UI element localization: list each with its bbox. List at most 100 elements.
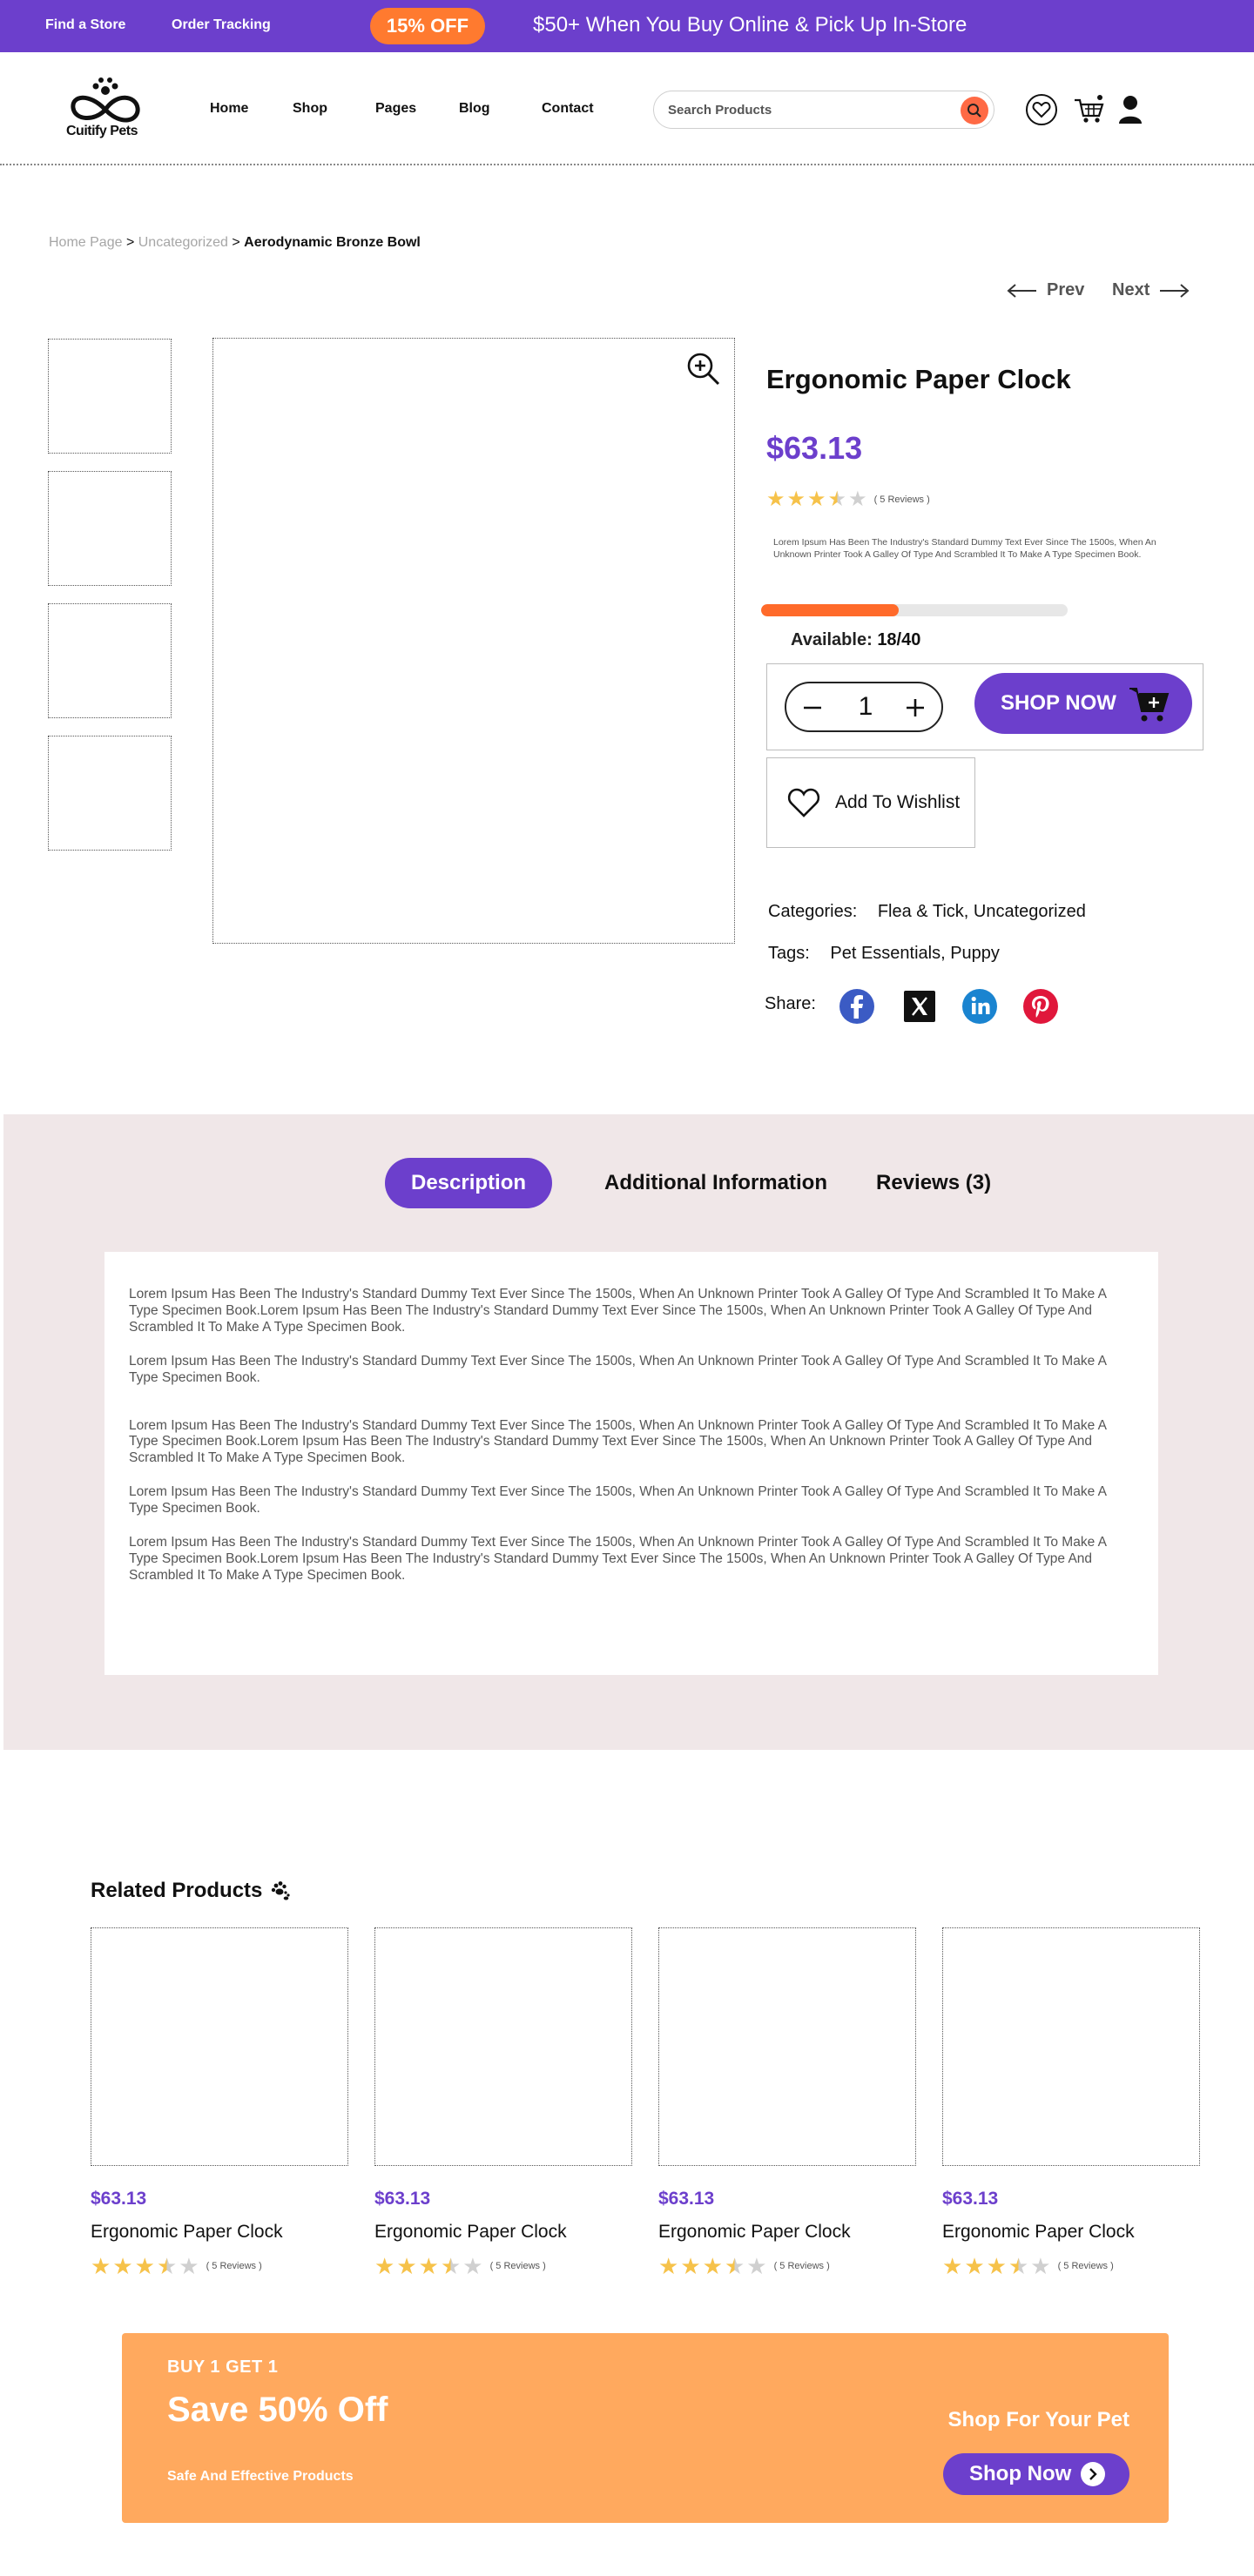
banner-shop-now-button[interactable]: Shop Now	[943, 2453, 1129, 2495]
search-input[interactable]	[668, 98, 947, 121]
reviews-count[interactable]: ( 5 Reviews )	[874, 494, 930, 505]
order-tracking-link[interactable]: Order Tracking	[172, 17, 271, 33]
related-product-image[interactable]	[91, 1927, 348, 2166]
zoom-in-icon	[687, 353, 720, 386]
nav-pages[interactable]: Pages	[375, 101, 416, 117]
tab-reviews[interactable]: Reviews (3)	[876, 1158, 991, 1208]
next-button[interactable]: Next	[1112, 280, 1190, 300]
add-to-wishlist-button[interactable]: Add To Wishlist	[766, 757, 975, 848]
star-icon: ★	[134, 2253, 155, 2279]
related-product-price: $63.13	[942, 2189, 999, 2209]
product-main-image[interactable]	[212, 338, 735, 944]
nav-contact[interactable]: Contact	[542, 101, 594, 117]
related-products-heading: Related Products	[91, 1879, 292, 1903]
description-paragraph: Lorem Ipsum Has Been The Industry's Stan…	[129, 1287, 1107, 1335]
rating-stars: ★ ★ ★ ★ ★	[658, 2255, 767, 2277]
pinterest-share-button[interactable]	[1021, 987, 1060, 1026]
quantity-stepper: 1	[785, 682, 943, 732]
promo-bar: Find a Store Order Tracking 15% OFF $50+…	[0, 0, 1254, 52]
nav-blog[interactable]: Blog	[459, 101, 490, 117]
tab-additional-information[interactable]: Additional Information	[604, 1158, 827, 1208]
minus-icon	[804, 706, 821, 710]
quantity-value[interactable]: 1	[847, 692, 884, 722]
next-label: Next	[1112, 280, 1150, 299]
star-icon: ★	[807, 488, 826, 511]
description-paragraph: Lorem Ipsum Has Been The Industry's Stan…	[129, 1353, 1107, 1385]
product-thumbnail[interactable]	[48, 603, 172, 718]
related-product-price: $63.13	[374, 2189, 431, 2209]
breadcrumb-current: Aerodynamic Bronze Bowl	[244, 235, 421, 250]
promo-banner: BUY 1 GET 1 Save 50% Off Safe And Effect…	[122, 2333, 1169, 2523]
tab-description[interactable]: Description	[385, 1158, 552, 1208]
available-label: Available:	[791, 630, 873, 649]
rating-stars: ★ ★ ★ ★ ★	[374, 2255, 483, 2277]
wishlist-button[interactable]	[1024, 92, 1059, 127]
increase-quantity-button[interactable]	[898, 690, 933, 725]
reviews-count: ( 5 Reviews )	[489, 2261, 546, 2271]
arrow-right-icon	[1160, 283, 1190, 298]
related-product-image[interactable]	[942, 1927, 1200, 2166]
promo-text: $50+ When You Buy Online & Pick Up In-St…	[533, 13, 967, 37]
prev-label: Prev	[1047, 280, 1085, 299]
related-product-image[interactable]	[658, 1927, 916, 2166]
categories-value[interactable]: Flea & Tick, Uncategorized	[878, 902, 1086, 921]
decrease-quantity-button[interactable]	[795, 690, 830, 725]
breadcrumb-category[interactable]: Uncategorized	[138, 235, 228, 250]
related-product-image[interactable]	[374, 1927, 632, 2166]
breadcrumb-separator: >	[125, 235, 135, 250]
logo-icon[interactable]	[68, 77, 143, 125]
shop-now-button[interactable]: SHOP NOW	[974, 673, 1192, 734]
product-tags: Tags: Pet Essentials, Puppy	[768, 944, 1000, 964]
banner-title: Save 50% Off	[167, 2391, 388, 2429]
linkedin-share-button[interactable]	[961, 987, 999, 1026]
prev-button[interactable]: Prev	[1007, 280, 1084, 300]
shop-now-label: SHOP NOW	[1001, 691, 1116, 715]
banner-cta-text: Shop For Your Pet	[947, 2408, 1129, 2431]
x-share-button[interactable]	[900, 987, 939, 1026]
plus-icon	[907, 699, 924, 716]
cart-icon	[1075, 95, 1104, 123]
tags-value[interactable]: Pet Essentials, Puppy	[830, 944, 1000, 963]
description-panel: Lorem Ipsum Has Been The Industry's Stan…	[104, 1252, 1158, 1675]
product-thumbnail[interactable]	[48, 339, 172, 454]
rating-stars: ★ ★ ★ ★ ★	[942, 2255, 1051, 2277]
search-button[interactable]	[961, 97, 988, 124]
stock-progress-bar	[761, 604, 1068, 616]
nav-shop[interactable]: Shop	[293, 101, 327, 117]
related-product-name[interactable]: Ergonomic Paper Clock	[658, 2222, 851, 2243]
find-store-link[interactable]: Find a Store	[45, 17, 125, 33]
related-product-name[interactable]: Ergonomic Paper Clock	[374, 2222, 567, 2243]
product-short-description: Lorem Ipsum Has Been The Industry's Stan…	[773, 537, 1156, 561]
star-icon: ★	[1030, 2253, 1051, 2279]
breadcrumb-home[interactable]: Home Page	[49, 235, 123, 250]
search-bar	[653, 91, 994, 129]
related-product-rating: ★ ★ ★ ★ ★ ( 5 Reviews )	[942, 2255, 1114, 2277]
star-icon: ★	[418, 2253, 439, 2279]
star-icon: ★	[766, 488, 785, 511]
related-product-name[interactable]: Ergonomic Paper Clock	[91, 2222, 283, 2243]
wishlist-label: Add To Wishlist	[835, 792, 961, 812]
related-product-rating: ★ ★ ★ ★ ★ ( 5 Reviews )	[91, 2255, 262, 2277]
related-product-name[interactable]: Ergonomic Paper Clock	[942, 2222, 1135, 2243]
product-rating: ★ ★ ★ ★ ★ ( 5 Reviews )	[766, 489, 930, 510]
paw-icon	[272, 1881, 290, 1900]
header-divider	[0, 164, 1254, 165]
facebook-share-button[interactable]	[838, 987, 876, 1026]
star-icon: ★	[827, 488, 847, 511]
star-icon: ★	[462, 2253, 483, 2279]
related-product-rating: ★ ★ ★ ★ ★ ( 5 Reviews )	[374, 2255, 546, 2277]
product-thumbnail[interactable]	[48, 736, 172, 851]
product-thumbnail[interactable]	[48, 471, 172, 586]
cart-button[interactable]	[1071, 92, 1106, 127]
star-icon: ★	[179, 2253, 199, 2279]
facebook-icon	[839, 989, 874, 1024]
chevron-right-icon	[1081, 2462, 1105, 2486]
star-icon: ★	[746, 2253, 767, 2279]
nav-home[interactable]: Home	[210, 101, 248, 117]
pinterest-icon	[1023, 989, 1058, 1024]
categories-label: Categories:	[768, 902, 858, 921]
reviews-count: ( 5 Reviews )	[773, 2261, 830, 2271]
zoom-button[interactable]	[685, 351, 722, 387]
account-button[interactable]	[1113, 92, 1148, 127]
star-icon: ★	[91, 2253, 111, 2279]
